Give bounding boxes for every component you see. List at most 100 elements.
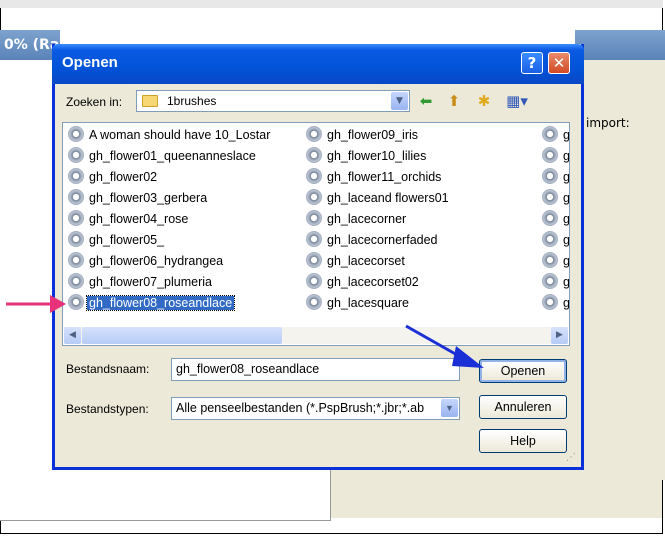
file-list-item[interactable]: gh_lacecornerfaded (306, 231, 440, 249)
file-name: gh_laceand flowers01 (327, 191, 449, 205)
background-window-title: 0% (Ra (0, 30, 60, 60)
brush-file-icon (68, 273, 84, 289)
file-list-item[interactable]: gh_flower08_roseandlace (68, 294, 236, 312)
file-list-item[interactable]: g (542, 294, 569, 312)
file-list-item[interactable]: gh_lacecorset (306, 252, 407, 270)
close-icon[interactable]: ✕ (548, 52, 570, 74)
new-folder-icon[interactable]: ✱ (474, 91, 494, 111)
chevron-down-icon[interactable]: ▼ (391, 92, 408, 110)
file-name: gh_lacecornerfaded (327, 233, 438, 247)
lookin-value: 1brushes (167, 94, 217, 108)
file-list-item[interactable]: gh_laceand flowers01 (306, 189, 451, 207)
file-list-item[interactable]: gh_flower09_iris (306, 126, 420, 144)
brush-file-icon (68, 294, 84, 310)
background-white-box (0, 468, 331, 521)
background-import-label: import: (586, 116, 630, 130)
filetype-label: Bestandstypen: (66, 402, 149, 416)
filetype-value: Alle penseelbestanden (*.PspBrush;*.jbr;… (176, 401, 425, 415)
help-button[interactable]: Help (479, 429, 567, 453)
brush-file-icon (68, 147, 84, 163)
file-name: g (563, 170, 570, 184)
brush-file-icon (306, 294, 322, 310)
file-list-item[interactable]: gh_flower02 (68, 168, 159, 186)
file-name: gh_flower02 (89, 170, 158, 184)
file-list-item[interactable]: gh_lacecorset02 (306, 273, 421, 291)
file-name: g (563, 191, 570, 205)
file-name: gh_flower11_orchids (327, 170, 442, 184)
file-list-item[interactable]: gh_lacesquare (306, 294, 411, 312)
file-list-item[interactable]: g (542, 147, 570, 165)
file-list-item[interactable]: gh_flower07_plumeria (68, 273, 214, 291)
scroll-left-icon[interactable]: ◀ (64, 327, 81, 344)
file-name: gh_flower01_queenanneslace (89, 149, 256, 163)
file-list-item[interactable]: gh_flower04_rose (68, 210, 190, 228)
file-list-item[interactable]: gh_flower10_lilies (306, 147, 428, 165)
brush-file-icon (542, 294, 558, 310)
file-name: gh_lacesquare (327, 296, 410, 310)
brush-file-icon (306, 210, 322, 226)
brush-file-icon (542, 168, 558, 184)
file-list-item[interactable]: gh_flower06_hydrangea (68, 252, 225, 270)
background-window-titlebar-right (575, 30, 665, 60)
folder-icon (142, 95, 158, 107)
file-list-item[interactable]: gh_flower05_ (68, 231, 166, 249)
file-list-item[interactable]: g (542, 273, 569, 291)
file-name: gh_flower04_rose (89, 212, 189, 226)
open-button[interactable]: Openen (479, 359, 567, 383)
filetype-select[interactable]: Alle penseelbestanden (*.PspBrush;*.jbr;… (171, 397, 460, 420)
brush-file-icon (542, 189, 558, 205)
file-list-item[interactable]: g (542, 210, 570, 228)
file-list-item[interactable]: gh_lacecorner (306, 210, 408, 228)
brush-file-icon (542, 210, 558, 226)
blue-arrow-icon (405, 324, 484, 368)
background-top-strip (0, 0, 663, 8)
file-list-item[interactable]: A woman should have 10_Lostar (68, 126, 272, 144)
file-name: g (563, 212, 570, 226)
background-canvas-left (0, 60, 60, 520)
file-list-item[interactable]: gh_flower03_gerbera (68, 189, 209, 207)
file-name: gh_flower08_roseandlace (85, 295, 236, 311)
file-list-item[interactable]: g (542, 231, 570, 249)
cancel-button[interactable]: Annuleren (479, 395, 567, 419)
brush-file-icon (542, 126, 558, 142)
scrollbar-thumb[interactable] (82, 327, 282, 344)
brush-file-icon (306, 273, 322, 289)
file-name: g (563, 254, 570, 268)
file-name: gh_flower03_gerbera (89, 191, 208, 205)
brush-file-icon (306, 147, 322, 163)
dialog-titlebar[interactable] (52, 44, 584, 84)
brush-file-icon (542, 273, 558, 289)
file-list-item[interactable]: g (542, 126, 569, 144)
file-name: gh_flower06_hydrangea (89, 254, 224, 268)
help-icon[interactable]: ? (521, 52, 543, 74)
up-folder-icon[interactable]: ⬆ (444, 91, 464, 111)
file-name: g (563, 233, 570, 247)
file-list-item[interactable]: g (542, 252, 570, 270)
file-name: gh_flower10_lilies (327, 149, 427, 163)
file-name: A woman should have 10_Lostar (89, 128, 271, 142)
file-name: gh_flower09_iris (327, 128, 419, 142)
lookin-label: Zoeken in: (66, 95, 123, 109)
file-list-item[interactable]: gh_flower11_orchids (306, 168, 443, 186)
file-list-item[interactable]: g (542, 168, 570, 186)
lookin-combobox[interactable]: 1brushes ▼ (136, 90, 410, 112)
brush-file-icon (542, 231, 558, 247)
file-name: gh_lacecorset02 (327, 275, 419, 289)
file-name: gh_lacecorset (327, 254, 405, 268)
file-name: gh_flower07_plumeria (89, 275, 212, 289)
file-list[interactable]: ◀ ▶ A woman should have 10_Lostar gh_flow… (62, 122, 570, 346)
horizontal-scrollbar[interactable]: ◀ ▶ (64, 327, 568, 344)
chevron-down-icon[interactable]: ▼ (441, 399, 458, 417)
brush-file-icon (306, 126, 322, 142)
file-list-item[interactable]: gh_flower01_queenanneslace (68, 147, 258, 165)
back-icon[interactable]: ⬅ (416, 91, 436, 111)
dialog-title: Openen (62, 54, 118, 71)
view-menu-icon[interactable]: ▦▾ (504, 91, 530, 111)
file-name: g (563, 149, 570, 163)
resize-grip-icon[interactable]: ⋰ (566, 452, 580, 466)
brush-file-icon (306, 252, 322, 268)
scroll-right-icon[interactable]: ▶ (551, 327, 568, 344)
file-name: gh_lacecorner (327, 212, 407, 226)
file-name: gh_flower05_ (89, 233, 165, 247)
file-list-item[interactable]: g (542, 189, 570, 207)
